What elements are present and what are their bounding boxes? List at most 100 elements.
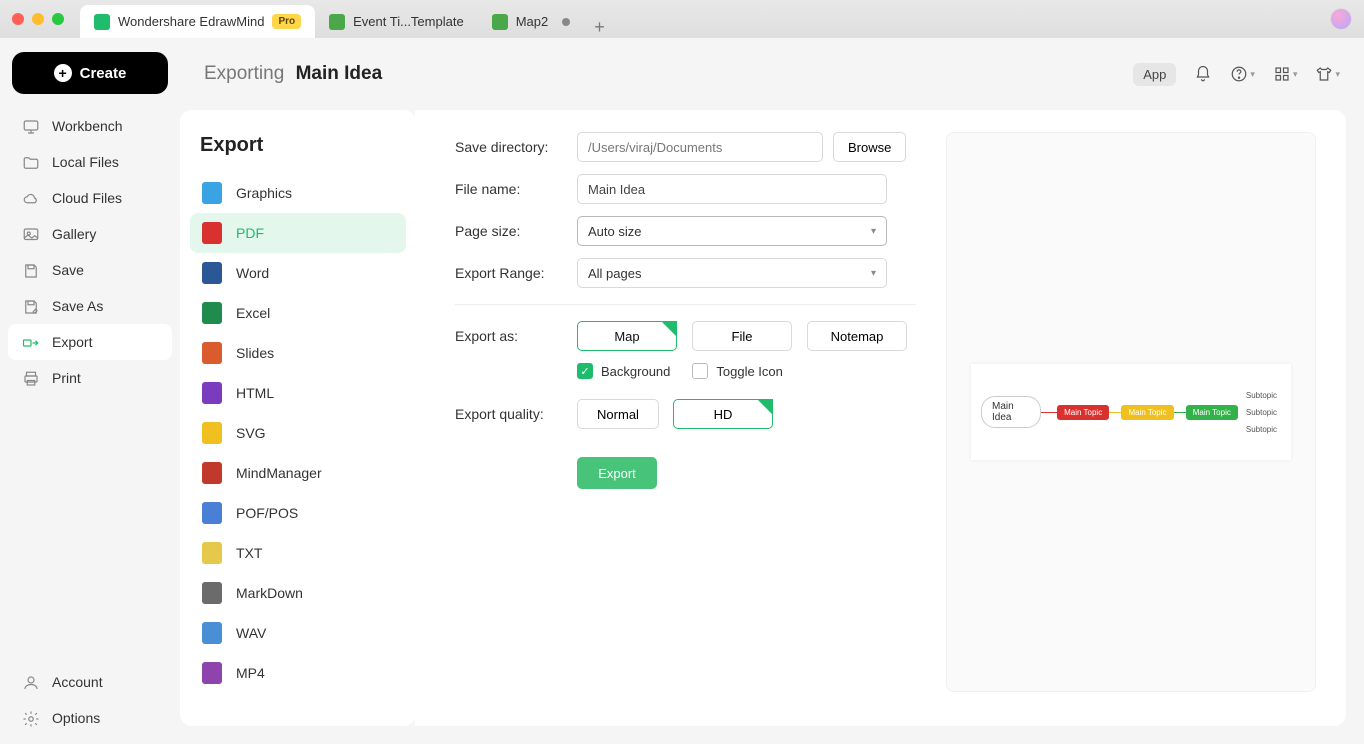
bell-icon[interactable] xyxy=(1194,65,1212,83)
sidebar-item-local-files[interactable]: Local Files xyxy=(8,144,172,180)
sidebar-item-label: Save As xyxy=(52,298,103,314)
mp4-file-icon xyxy=(202,662,222,684)
workbench-icon xyxy=(22,118,40,134)
html-file-icon xyxy=(202,382,222,404)
wav-file-icon xyxy=(202,622,222,644)
format-label: Graphics xyxy=(236,185,292,201)
save-icon xyxy=(22,262,40,278)
format-item-txt[interactable]: TXT xyxy=(190,533,406,573)
excel-file-icon xyxy=(202,302,222,324)
save-dir-label: Save directory: xyxy=(455,139,577,155)
sidebar-item-save[interactable]: Save xyxy=(8,252,172,288)
sidebar-item-account[interactable]: Account xyxy=(8,664,172,700)
options-icon xyxy=(22,710,40,726)
grid-icon[interactable]: ▾ xyxy=(1273,65,1298,83)
tab-map2[interactable]: Map2 xyxy=(478,5,585,38)
preview-node: Main Topic xyxy=(1121,405,1173,420)
format-item-excel[interactable]: Excel xyxy=(190,293,406,333)
export-as-file-button[interactable]: File xyxy=(692,321,792,351)
quality-normal-button[interactable]: Normal xyxy=(577,399,659,429)
format-item-word[interactable]: Word xyxy=(190,253,406,293)
slides-file-icon xyxy=(202,342,222,364)
format-item-graphics[interactable]: Graphics xyxy=(190,173,406,213)
app-icon xyxy=(94,14,110,30)
page-size-select[interactable]: Auto size▾ xyxy=(577,216,887,246)
format-item-wav[interactable]: WAV xyxy=(190,613,406,653)
sidebar-item-label: Gallery xyxy=(52,226,96,242)
export-range-label: Export Range: xyxy=(455,265,577,281)
unsaved-indicator-icon xyxy=(562,18,570,26)
format-item-markdown[interactable]: MarkDown xyxy=(190,573,406,613)
svg-file-icon xyxy=(202,422,222,444)
document-tabs: Wondershare EdrawMind Pro Event Ti...Tem… xyxy=(80,0,605,38)
graphics-file-icon xyxy=(202,182,222,204)
format-label: Word xyxy=(236,265,269,281)
sidebar-item-workbench[interactable]: Workbench xyxy=(8,108,172,144)
sidebar-item-gallery[interactable]: Gallery xyxy=(8,216,172,252)
export-as-notemap-button[interactable]: Notemap xyxy=(807,321,907,351)
format-item-pof-pos[interactable]: POF/POS xyxy=(190,493,406,533)
sidebar-item-label: Cloud Files xyxy=(52,190,122,206)
file-name-input[interactable] xyxy=(577,174,887,204)
pof-pos-file-icon xyxy=(202,502,222,524)
format-label: MindManager xyxy=(236,465,322,481)
tab-label: Wondershare EdrawMind xyxy=(118,14,264,29)
export-preview: Main Idea Main Topic Main Topic Main Top… xyxy=(946,132,1316,692)
print-icon xyxy=(22,370,40,386)
document-icon xyxy=(329,14,345,30)
tab-template[interactable]: Event Ti...Template xyxy=(315,5,478,38)
format-item-mindmanager[interactable]: MindManager xyxy=(190,453,406,493)
create-label: Create xyxy=(80,65,127,82)
sidebar-item-options[interactable]: Options xyxy=(8,700,172,736)
new-tab-button[interactable]: + xyxy=(594,17,605,38)
export-as-map-button[interactable]: Map xyxy=(577,321,677,351)
tab-edrawmind[interactable]: Wondershare EdrawMind Pro xyxy=(80,5,315,38)
format-label: PDF xyxy=(236,225,264,241)
format-item-slides[interactable]: Slides xyxy=(190,333,406,373)
sidebar-item-export[interactable]: Export xyxy=(8,324,172,360)
pdf-file-icon xyxy=(202,222,222,244)
pro-badge: Pro xyxy=(272,14,301,29)
browse-button[interactable]: Browse xyxy=(833,132,906,162)
format-label: HTML xyxy=(236,385,274,401)
format-item-html[interactable]: HTML xyxy=(190,373,406,413)
maximize-window-icon[interactable] xyxy=(52,13,64,25)
file-name-label: File name: xyxy=(455,181,577,197)
minimize-window-icon[interactable] xyxy=(32,13,44,25)
mindmanager-file-icon xyxy=(202,462,222,484)
sidebar-item-cloud-files[interactable]: Cloud Files xyxy=(8,180,172,216)
create-button[interactable]: + Create xyxy=(12,52,168,94)
background-checkbox[interactable]: ✓Background xyxy=(577,363,670,379)
cloud-files-icon xyxy=(22,190,40,206)
format-item-mp4[interactable]: MP4 xyxy=(190,653,406,693)
format-label: SVG xyxy=(236,425,266,441)
format-item-pdf[interactable]: PDF xyxy=(190,213,406,253)
format-item-svg[interactable]: SVG xyxy=(190,413,406,453)
account-icon xyxy=(22,674,40,690)
toggle-icon-checkbox[interactable]: Toggle Icon xyxy=(692,363,783,379)
window-controls xyxy=(12,13,64,25)
tab-label: Map2 xyxy=(516,14,549,29)
close-window-icon[interactable] xyxy=(12,13,24,25)
app-button[interactable]: App xyxy=(1133,63,1176,86)
quality-hd-button[interactable]: HD xyxy=(673,399,773,429)
sidebar-item-print[interactable]: Print xyxy=(8,360,172,396)
profile-avatar[interactable] xyxy=(1330,8,1352,30)
sidebar: + Create Workbench Local Files Cloud Fil… xyxy=(0,38,180,744)
shirt-icon[interactable]: ▾ xyxy=(1315,65,1340,83)
sidebar-item-save-as[interactable]: Save As xyxy=(8,288,172,324)
save-dir-input[interactable] xyxy=(577,132,823,162)
export-settings-panel: Save directory: Browse File name: Page s… xyxy=(415,110,1346,726)
preview-node: Main Topic xyxy=(1057,405,1109,420)
document-icon xyxy=(492,14,508,30)
export-button[interactable]: Export xyxy=(577,457,657,489)
sidebar-item-label: Export xyxy=(52,334,92,350)
help-icon[interactable]: ▾ xyxy=(1230,65,1255,83)
sidebar-item-label: Workbench xyxy=(52,118,123,134)
sidebar-item-label: Account xyxy=(52,674,103,690)
txt-file-icon xyxy=(202,542,222,564)
format-label: POF/POS xyxy=(236,505,298,521)
export-as-label: Export as: xyxy=(455,328,577,344)
export-range-select[interactable]: All pages▾ xyxy=(577,258,887,288)
sidebar-item-label: Local Files xyxy=(52,154,119,170)
